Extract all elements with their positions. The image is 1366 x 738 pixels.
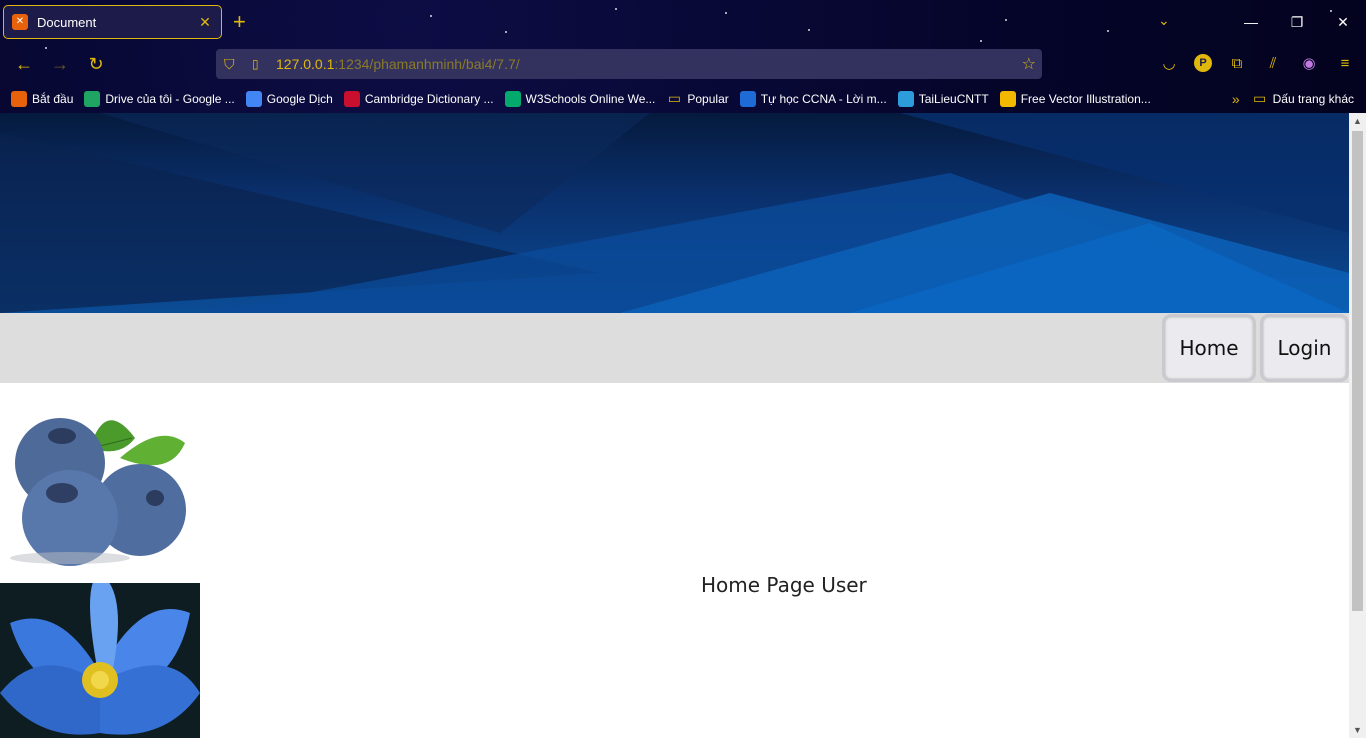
header-banner <box>0 113 1349 313</box>
bookmark-label: Free Vector Illustration... <box>1020 91 1151 106</box>
scroll-thumb[interactable] <box>1352 131 1363 611</box>
blue-lotus-image <box>0 583 200 738</box>
bookmark-label: Popular <box>687 91 729 106</box>
library-icon[interactable]: ⫽ <box>1262 52 1284 74</box>
tab-document[interactable]: ✕ Document ✕ <box>3 5 222 39</box>
navigation-toolbar: ← → ↻ ⛉ ▯ 127.0.0.1:1234/phamanhminh/bai… <box>0 44 1366 84</box>
top-navbar: Home Login <box>0 313 1349 383</box>
close-window-button[interactable]: ✕ <box>1320 0 1366 44</box>
url-path: :1234/phamanhminh/bai4/7.7/ <box>334 56 520 72</box>
browser-chrome: ✕ Document ✕ + ⌄ — ❐ ✕ ← → ↻ ⛉ ▯ 127.0.0… <box>0 0 1366 113</box>
page-caption: Home Page User <box>701 573 867 597</box>
firefox-icon <box>11 90 27 107</box>
other-bookmarks-folder[interactable]: ▭ Dấu trang khác <box>1252 90 1354 107</box>
bookmark-item[interactable]: W3Schools Online We... <box>504 90 656 107</box>
bookmark-item[interactable]: Google Dịch <box>245 90 333 107</box>
cambridge-icon <box>343 90 360 107</box>
bookmark-label: Tự học CCNA - Lời m... <box>760 91 887 106</box>
banner-shapes <box>0 113 1349 313</box>
chevron-right-icon[interactable]: » <box>1232 91 1240 107</box>
other-bookmarks-label: Dấu trang khác <box>1272 91 1354 106</box>
w3schools-icon <box>504 90 521 107</box>
back-icon[interactable]: ← <box>12 52 36 76</box>
new-tab-button[interactable]: + <box>233 10 246 34</box>
bookmark-item[interactable]: TaiLieuCNTT <box>897 90 989 107</box>
menu-icon[interactable]: ≡ <box>1334 52 1356 74</box>
profile-avatar[interactable]: P <box>1194 54 1212 72</box>
folder-icon: ▭ <box>667 90 681 106</box>
tab-title: Document <box>37 14 97 30</box>
bookmark-label: Google Dịch <box>266 91 333 106</box>
vertical-scrollbar[interactable]: ▲ ▼ <box>1349 113 1366 738</box>
folder-icon: ▭ <box>1252 90 1267 106</box>
minimize-button[interactable]: — <box>1228 0 1274 44</box>
ccna-icon <box>739 90 756 107</box>
page-viewport: Home Login Home Page User <box>0 113 1349 738</box>
forward-icon[interactable]: → <box>48 52 72 76</box>
scroll-up-icon[interactable]: ▲ <box>1353 116 1362 126</box>
reload-icon[interactable]: ↻ <box>84 52 108 76</box>
bookmark-item[interactable]: ▭ Popular <box>666 90 729 107</box>
bookmarks-bar: Bắt đầu Drive của tôi - Google ... Google … <box>0 86 1366 111</box>
bookmark-item[interactable]: Cambridge Dictionary ... <box>343 90 494 107</box>
close-tab-icon[interactable]: ✕ <box>195 14 215 31</box>
url-host: 127.0.0.1 <box>276 56 335 72</box>
bookmarks-overflow: » ▭ Dấu trang khác <box>1232 86 1354 111</box>
bookmark-label: Drive của tôi - Google ... <box>105 91 235 106</box>
bookmark-item[interactable]: Bắt đầu <box>11 90 74 107</box>
pocket-icon[interactable]: ◡ <box>1158 52 1180 74</box>
page-icon: ▯ <box>252 57 259 71</box>
bookmark-item[interactable]: Tự học CCNA - Lời m... <box>739 90 887 107</box>
toolbar-icons: ◡ P ⧉ ⫽ ◉ ≡ <box>1158 52 1356 74</box>
bookmark-item[interactable]: Drive của tôi - Google ... <box>84 90 235 107</box>
bookmark-star-icon[interactable]: ☆ <box>1022 54 1036 74</box>
shield-icon[interactable]: ⛉ <box>224 56 240 72</box>
extensions-icon[interactable]: ⧉ <box>1226 52 1248 74</box>
nav-login-button[interactable]: Login <box>1260 314 1349 382</box>
restore-button[interactable]: ❐ <box>1274 0 1320 44</box>
bookmark-label: TaiLieuCNTT <box>918 91 989 106</box>
broadcast-icon[interactable]: ◉ <box>1298 52 1320 74</box>
bookmark-item[interactable]: Free Vector Illustration... <box>999 90 1151 107</box>
window-controls: — ❐ ✕ <box>1228 0 1366 44</box>
tailieucntt-icon <box>897 90 914 107</box>
list-all-tabs-icon[interactable]: ⌄ <box>1158 12 1170 29</box>
xampp-icon: ✕ <box>12 14 28 30</box>
nav-home-button[interactable]: Home <box>1162 314 1256 382</box>
scroll-down-icon[interactable]: ▼ <box>1353 725 1362 735</box>
google-drive-icon <box>84 90 101 107</box>
url-bar[interactable]: ⛉ ▯ 127.0.0.1:1234/phamanhminh/bai4/7.7/… <box>216 49 1042 79</box>
blueberries-image <box>10 418 186 566</box>
bookmark-label: Cambridge Dictionary ... <box>364 91 494 106</box>
google-translate-icon <box>245 90 262 107</box>
bookmark-label: Bắt đầu <box>32 91 74 106</box>
bookmark-label: W3Schools Online We... <box>525 91 656 106</box>
freepik-icon <box>999 90 1016 107</box>
